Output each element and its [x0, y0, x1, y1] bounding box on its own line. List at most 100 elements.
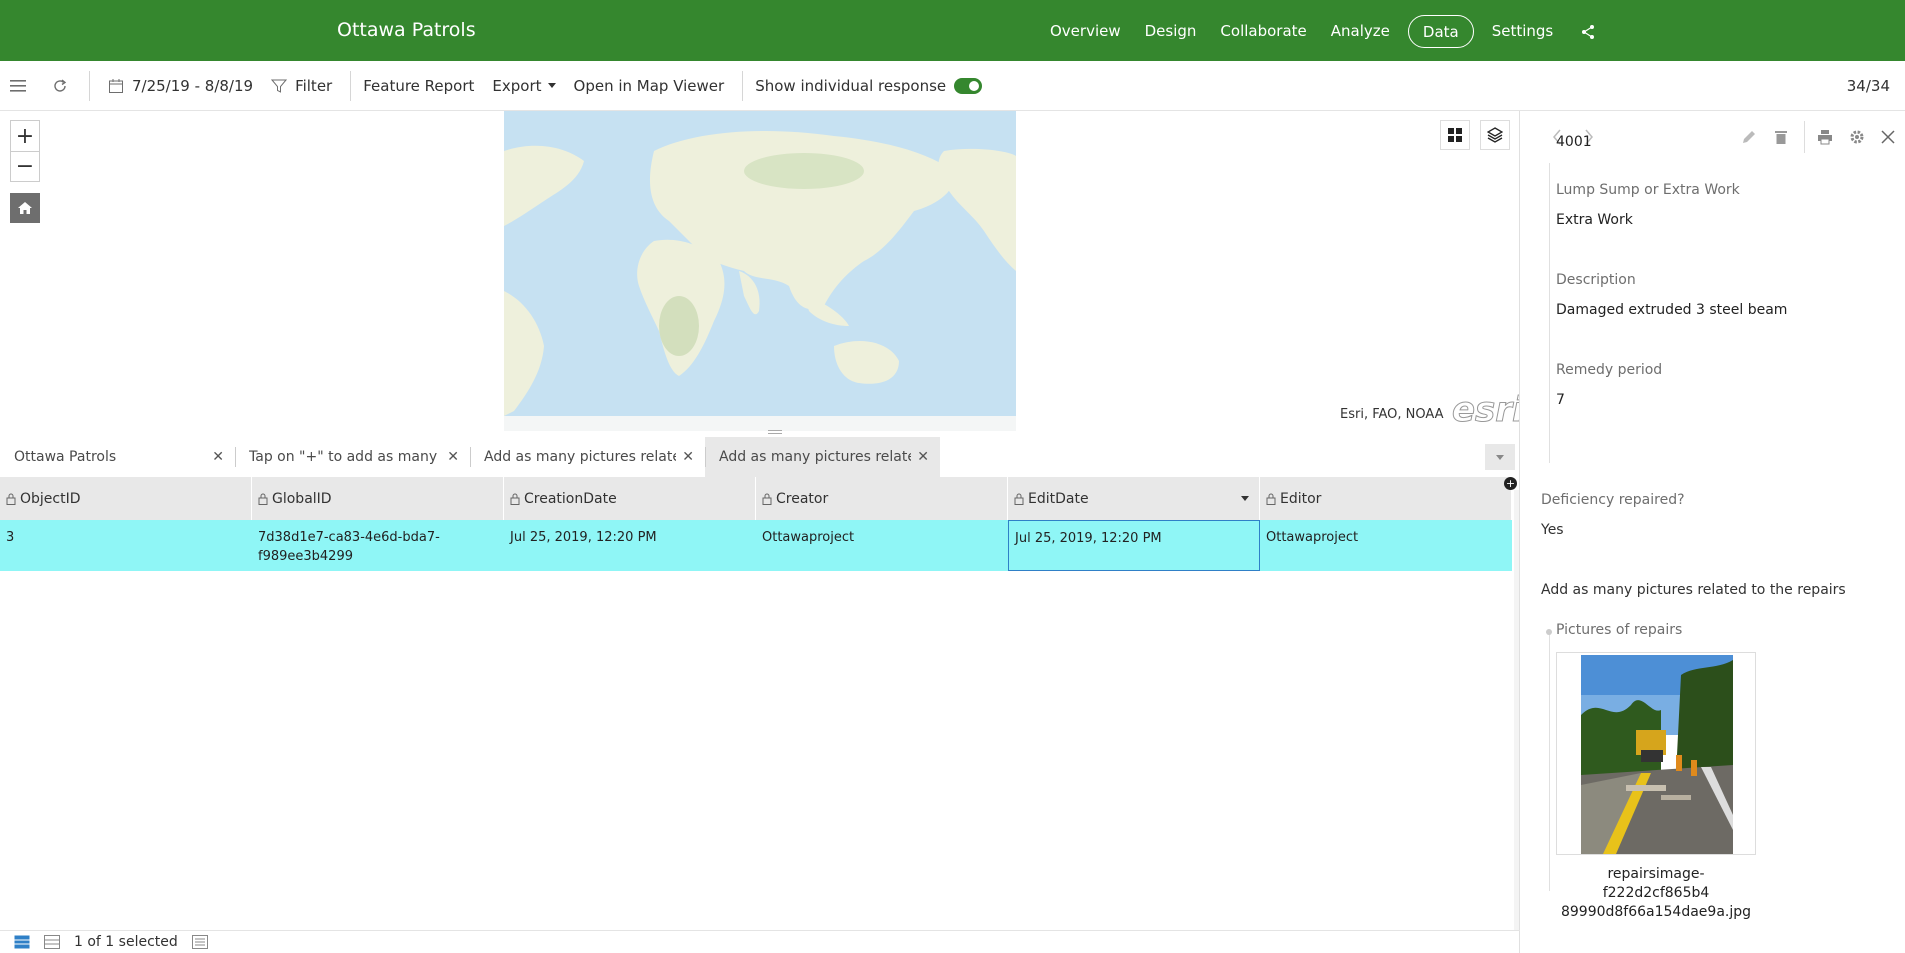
- field-number: 4001: [1556, 134, 1592, 150]
- field-value: Damaged extruded 3 steel beam: [1556, 302, 1788, 318]
- individual-response-toggle[interactable]: [954, 77, 983, 94]
- column-label: ObjectID: [20, 490, 81, 507]
- filter-label: Filter: [295, 76, 333, 95]
- zoom-out-button[interactable]: −: [11, 151, 39, 181]
- add-column-icon[interactable]: +: [1504, 477, 1517, 490]
- app-header: Ottawa Patrols Overview Design Collabora…: [0, 0, 1905, 61]
- esri-logo: esri: [1452, 390, 1525, 431]
- cell-creationdate[interactable]: Jul 25, 2019, 12:20 PM: [504, 520, 756, 571]
- column-header-globalid[interactable]: GlobalID: [252, 477, 504, 520]
- nav-design[interactable]: Design: [1133, 15, 1209, 48]
- record-detail-panel: 4001 Lump Sump or Extra Work Extra Work …: [1520, 111, 1905, 953]
- nav-overview[interactable]: Overview: [1038, 15, 1133, 48]
- zoom-in-button[interactable]: +: [11, 121, 39, 151]
- list-view-icon[interactable]: [44, 935, 60, 949]
- layers-button[interactable]: [1480, 120, 1510, 150]
- field-label: Deficiency repaired?: [1541, 492, 1685, 508]
- close-icon[interactable]: ✕: [917, 449, 929, 465]
- refresh-icon[interactable]: [49, 75, 71, 97]
- cell-globalid[interactable]: 7d38d1e7-ca83-4e6d-bda7- f989ee3b4299: [252, 520, 504, 571]
- toolbar-divider: [89, 70, 90, 101]
- toolbar-divider: [350, 70, 352, 101]
- menu-icon[interactable]: [7, 75, 29, 97]
- column-label: GlobalID: [272, 490, 332, 507]
- share-icon[interactable]: [1577, 21, 1599, 43]
- basemap-gallery-button[interactable]: [1440, 120, 1470, 150]
- lock-icon: [1266, 493, 1276, 505]
- sort-descending-icon[interactable]: [1241, 496, 1249, 501]
- close-icon[interactable]: ✕: [212, 449, 224, 465]
- cell-creator[interactable]: Ottawaproject: [756, 520, 1008, 571]
- print-icon[interactable]: [1814, 126, 1836, 148]
- nav-settings[interactable]: Settings: [1480, 15, 1566, 48]
- column-label: Creator: [776, 490, 829, 507]
- cell-editor[interactable]: Ottawaproject: [1260, 520, 1512, 571]
- tab-add-pictures-1[interactable]: Add as many pictures relate... ✕: [470, 437, 705, 477]
- nav-analyze[interactable]: Analyze: [1319, 15, 1402, 48]
- table-header: ObjectID GlobalID CreationDate Creator E…: [0, 477, 1512, 520]
- column-header-creationdate[interactable]: CreationDate: [504, 477, 756, 520]
- export-label: Export: [492, 76, 542, 95]
- tab-overflow-button[interactable]: [1485, 444, 1515, 470]
- close-icon[interactable]: [1877, 126, 1899, 148]
- selection-count: 1 of 1 selected: [74, 934, 178, 950]
- close-icon[interactable]: ✕: [447, 449, 459, 465]
- repair-photo[interactable]: [1581, 655, 1733, 854]
- field-pictures-label: Pictures of repairs: [1556, 622, 1682, 638]
- show-individual-response[interactable]: Show individual response: [755, 76, 983, 95]
- repair-photo-thumbnail[interactable]: [1556, 652, 1756, 855]
- world-map[interactable]: [504, 111, 1016, 431]
- app-title: Ottawa Patrols: [337, 19, 476, 41]
- delete-icon[interactable]: [1770, 126, 1792, 148]
- column-header-objectid[interactable]: ObjectID: [0, 477, 252, 520]
- toolbar-divider: [1804, 121, 1805, 153]
- field-label: Lump Sump or Extra Work: [1556, 182, 1740, 198]
- column-header-creator[interactable]: Creator: [756, 477, 1008, 520]
- tab-tap-to-add[interactable]: Tap on "+" to add as many f... ✕: [235, 437, 470, 477]
- nav-data[interactable]: Data: [1407, 15, 1474, 48]
- attribute-table: ObjectID GlobalID CreationDate Creator E…: [0, 477, 1512, 571]
- table-view-icon[interactable]: [14, 935, 30, 949]
- show-selected-icon[interactable]: [191, 935, 208, 949]
- home-button[interactable]: [10, 193, 40, 223]
- map-view[interactable]: + − Esri, FAO, NOAA esri: [0, 111, 1524, 431]
- field-value: Extra Work: [1556, 212, 1633, 228]
- photo-filename-line1: repairsimage-f222d2cf865b4: [1602, 866, 1710, 901]
- date-range-button[interactable]: 7/25/19 - 8/8/19: [108, 77, 253, 95]
- export-button[interactable]: Export: [492, 76, 556, 95]
- data-toolbar: 7/25/19 - 8/8/19 Filter Feature Report E…: [0, 61, 1905, 111]
- repeat-group-header: Add as many pictures related to the repa…: [1541, 582, 1846, 598]
- field-remedy-period: Remedy period 7: [1556, 362, 1662, 408]
- column-label: CreationDate: [524, 490, 617, 507]
- field-lump-sump: Lump Sump or Extra Work Extra Work: [1556, 182, 1740, 228]
- show-individual-label: Show individual response: [755, 76, 947, 95]
- tab-add-pictures-2[interactable]: Add as many pictures relate... ✕: [705, 437, 940, 477]
- gear-icon[interactable]: [1846, 126, 1868, 148]
- close-icon[interactable]: ✕: [682, 449, 694, 465]
- filter-button[interactable]: Filter: [271, 77, 332, 95]
- cell-editdate[interactable]: Jul 25, 2019, 12:20 PM: [1008, 520, 1260, 571]
- column-header-editor[interactable]: Editor: [1260, 477, 1512, 520]
- photo-filename-line2: 89990d8f66a154dae9a.jpg: [1560, 904, 1752, 920]
- edit-icon[interactable]: [1738, 126, 1760, 148]
- chevron-down-icon: [547, 83, 556, 88]
- open-map-viewer-button[interactable]: Open in Map Viewer: [574, 77, 725, 95]
- cell-objectid[interactable]: 3: [0, 520, 252, 571]
- chevron-down-icon: [1496, 454, 1504, 460]
- tab-label: Ottawa Patrols: [14, 449, 117, 465]
- table-row[interactable]: 3 7d38d1e7-ca83-4e6d-bda7- f989ee3b4299 …: [0, 520, 1512, 571]
- tab-ottawa-patrols[interactable]: Ottawa Patrols ✕: [0, 437, 235, 477]
- zoom-control: + −: [10, 120, 40, 182]
- photo-filename: repairsimage-f222d2cf865b4 89990d8f66a15…: [1556, 865, 1756, 922]
- group-indent-line: [1549, 631, 1550, 891]
- field-value: 7: [1556, 392, 1565, 408]
- group-indent-line: [1549, 163, 1550, 463]
- field-value: Yes: [1541, 522, 1564, 538]
- tab-label: Add as many pictures relate...: [719, 449, 912, 465]
- nav-collaborate[interactable]: Collaborate: [1208, 15, 1318, 48]
- column-header-editdate[interactable]: EditDate: [1008, 477, 1260, 520]
- feature-report-button[interactable]: Feature Report: [363, 77, 474, 95]
- layers-icon: [1487, 127, 1503, 143]
- group-marker: [1546, 629, 1552, 635]
- panel-resize-handle[interactable]: [768, 430, 782, 434]
